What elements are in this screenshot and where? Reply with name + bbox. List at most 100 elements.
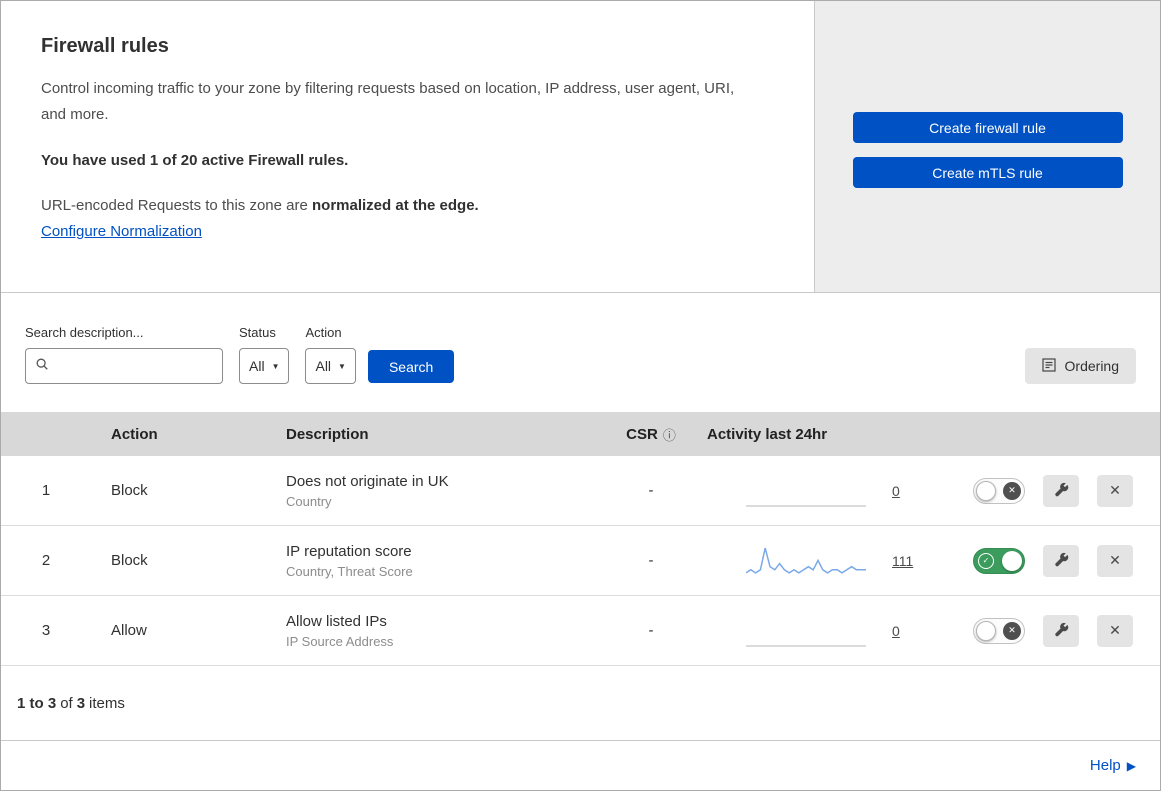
header-section: Firewall rules Control incoming traffic … — [1, 1, 1160, 293]
wrench-icon — [1054, 622, 1069, 640]
edit-rule-button[interactable] — [1043, 474, 1079, 507]
table-header: Action Description CSR ⓘ Activity last 2… — [1, 412, 1160, 456]
delete-rule-button[interactable]: ✕ — [1097, 544, 1133, 577]
rule-match-fields: Country, Threat Score — [286, 563, 413, 579]
rule-controls: ✕ ✕ — [951, 474, 1160, 507]
help-bar: Help ▶ — [1, 741, 1160, 790]
ordering-button[interactable]: Ordering — [1024, 348, 1136, 384]
action-filter-group: Action All ▼ — [305, 325, 356, 384]
rule-csr-value: - — [648, 552, 654, 569]
activity-sparkline — [745, 543, 866, 579]
action-label: Action — [305, 325, 342, 340]
create-firewall-rule-button[interactable]: Create firewall rule — [852, 112, 1123, 143]
rule-action: Allow — [111, 622, 147, 639]
rule-csr-value: - — [648, 482, 654, 499]
rule-priority: 1 — [41, 482, 51, 499]
rule-priority: 2 — [41, 552, 51, 569]
edit-rule-button[interactable] — [1043, 614, 1079, 647]
create-mtls-rule-button[interactable]: Create mTLS rule — [852, 157, 1123, 188]
arrow-right-icon: ▶ — [1126, 758, 1136, 773]
column-action: Action — [111, 425, 158, 443]
toggle-state-icon: ✕ — [1003, 481, 1021, 500]
item-total: 3 — [76, 694, 86, 712]
rule-match-fields: Country — [286, 493, 332, 509]
rule-action: Block — [111, 482, 148, 499]
search-icon — [35, 357, 49, 376]
items-text: items — [89, 694, 125, 712]
rule-csr-value: - — [648, 622, 654, 639]
status-dropdown[interactable]: All ▼ — [239, 348, 290, 384]
rule-controls: ✕ ✕ — [951, 614, 1160, 647]
table-row: 3 Allow Allow listed IPs IP Source Addre… — [1, 596, 1160, 666]
ordering-button-label: Ordering — [1064, 358, 1119, 374]
status-filter-group: Status All ▼ — [239, 325, 290, 384]
rule-description-cell: IP reputation score Country, Threat Scor… — [271, 543, 601, 579]
column-activity: Activity last 24hr — [707, 425, 828, 443]
help-link-label: Help — [1089, 757, 1121, 774]
table-row: 1 Block Does not originate in UK Country… — [1, 456, 1160, 526]
chevron-down-icon: ▼ — [271, 361, 280, 371]
help-link[interactable]: Help ▶ — [1090, 757, 1136, 774]
status-dropdown-value: All — [249, 358, 265, 374]
search-label: Search description... — [25, 325, 144, 340]
activity-sparkline — [746, 473, 866, 509]
rule-usage-text: You have used 1 of 20 active Firewall ru… — [41, 152, 349, 169]
activity-count-link[interactable]: 0 — [892, 483, 900, 499]
firewall-rules-page: Firewall rules Control incoming traffic … — [0, 0, 1161, 791]
search-input[interactable] — [55, 358, 213, 374]
toggle-state-icon: ✕ — [1003, 621, 1021, 640]
rule-enabled-toggle[interactable]: ✕ — [973, 477, 1025, 504]
pagination-summary: 1 to 3 of 3 items — [1, 666, 1160, 741]
delete-rule-button[interactable]: ✕ — [1097, 474, 1133, 507]
rule-priority: 3 — [41, 622, 51, 639]
close-icon: ✕ — [1109, 622, 1121, 638]
table-row: 2 Block IP reputation score Country, Thr… — [1, 526, 1160, 596]
rule-activity-cell: 111 — [701, 543, 951, 579]
rule-description: Does not originate in UK — [286, 472, 449, 490]
of-text: of — [60, 694, 73, 712]
close-icon: ✕ — [1109, 552, 1121, 568]
rule-enabled-toggle[interactable]: ✕ — [973, 617, 1025, 644]
activity-sparkline — [746, 613, 866, 649]
toggle-state-icon: ✓ — [978, 552, 994, 569]
normalization-text-prefix: URL-encoded Requests to this zone are — [41, 197, 312, 214]
activity-count-link[interactable]: 111 — [892, 553, 913, 569]
search-group: Search description... — [25, 325, 223, 384]
rule-activity-cell: 0 — [701, 473, 951, 509]
rule-action: Block — [111, 552, 148, 569]
normalization-text: URL-encoded Requests to this zone are no… — [41, 197, 774, 214]
page-title: Firewall rules — [41, 35, 169, 57]
column-csr-label: CSR — [626, 425, 658, 443]
rule-enabled-toggle[interactable]: ✓ — [973, 547, 1025, 574]
toggle-knob — [976, 480, 996, 501]
edit-rule-button[interactable] — [1043, 544, 1079, 577]
action-dropdown[interactable]: All ▼ — [305, 348, 356, 384]
column-description: Description — [286, 425, 369, 443]
rule-controls: ✓ ✕ — [951, 544, 1160, 577]
search-box[interactable] — [25, 348, 223, 384]
chevron-down-icon: ▼ — [338, 361, 346, 371]
page-description: Control incoming traffic to your zone by… — [41, 80, 735, 123]
rule-match-fields: IP Source Address — [286, 633, 394, 649]
delete-rule-button[interactable]: ✕ — [1097, 614, 1133, 647]
configure-normalization-link[interactable]: Configure Normalization — [41, 223, 202, 240]
toggle-knob — [1002, 550, 1022, 571]
status-label: Status — [239, 325, 276, 340]
header-text-panel: Firewall rules Control incoming traffic … — [1, 1, 815, 292]
rule-description-cell: Does not originate in UK Country — [271, 473, 601, 509]
wrench-icon — [1054, 552, 1069, 570]
header-actions-panel: Create firewall rule Create mTLS rule — [815, 1, 1160, 292]
search-button[interactable]: Search — [367, 350, 455, 383]
rule-activity-cell: 0 — [701, 613, 951, 649]
item-range: 1 to 3 — [17, 694, 57, 712]
wrench-icon — [1054, 482, 1069, 500]
column-csr: CSR ⓘ — [601, 425, 701, 444]
filter-bar: Search description... Status All ▼ Actio… — [1, 293, 1160, 412]
toggle-knob — [976, 620, 996, 641]
activity-count-link[interactable]: 0 — [892, 623, 900, 639]
action-dropdown-value: All — [315, 358, 332, 374]
rule-description-cell: Allow listed IPs IP Source Address — [271, 613, 601, 649]
ordering-list-icon — [1041, 357, 1056, 375]
info-icon[interactable]: ⓘ — [663, 425, 676, 444]
normalization-text-bold: normalized at the edge. — [312, 197, 479, 214]
